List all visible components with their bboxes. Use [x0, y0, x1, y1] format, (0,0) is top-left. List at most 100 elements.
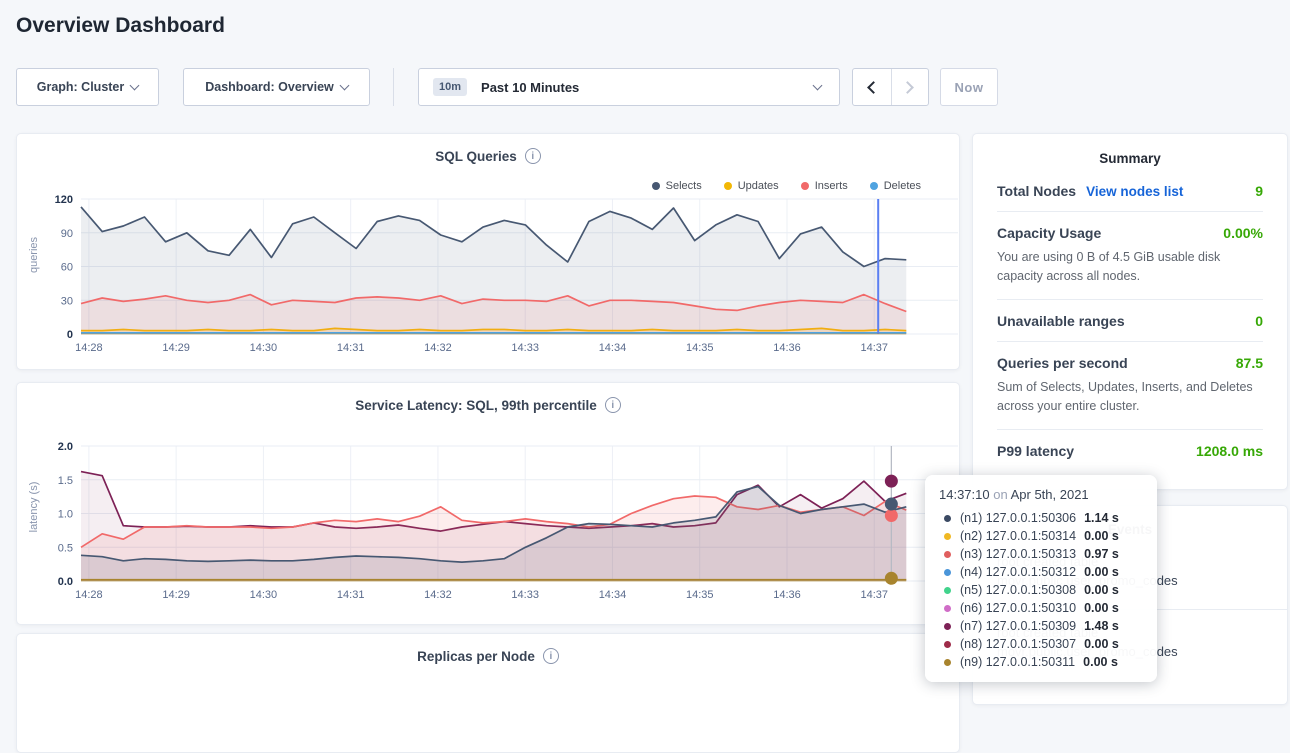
- capacity-usage-label: Capacity Usage: [997, 225, 1101, 241]
- node-color-dot-icon: [944, 605, 951, 612]
- time-range-dropdown[interactable]: 10m Past 10 Minutes: [418, 68, 840, 106]
- time-next-button[interactable]: [891, 69, 929, 105]
- svg-text:14:30: 14:30: [250, 589, 278, 601]
- summary-row-unavailable-ranges: Unavailable ranges 0: [997, 300, 1263, 342]
- time-prev-button[interactable]: [853, 69, 891, 105]
- dashboard-dropdown-label: Dashboard: Overview: [205, 80, 334, 94]
- svg-text:2.0: 2.0: [58, 441, 73, 453]
- service-latency-chart-plot[interactable]: 14:2814:2914:3014:3114:3214:3314:3414:35…: [17, 383, 961, 626]
- total-nodes-value: 9: [1255, 183, 1263, 199]
- svg-text:14:33: 14:33: [511, 589, 539, 601]
- svg-text:14:33: 14:33: [511, 342, 539, 354]
- tooltip-date: Apr 5th, 2021: [1011, 487, 1089, 502]
- svg-text:90: 90: [61, 228, 73, 240]
- summary-row-qps: Queries per second 87.5 Sum of Selects, …: [997, 342, 1263, 430]
- unavailable-ranges-label: Unavailable ranges: [997, 313, 1125, 329]
- svg-text:1.0: 1.0: [58, 509, 73, 521]
- now-button[interactable]: Now: [940, 68, 998, 106]
- svg-text:14:32: 14:32: [424, 589, 452, 601]
- svg-text:14:35: 14:35: [686, 342, 714, 354]
- p99-latency-value: 1208.0 ms: [1196, 443, 1263, 459]
- info-icon[interactable]: i: [543, 648, 559, 664]
- svg-text:30: 30: [61, 295, 73, 307]
- tooltip-node-row: (n9) 127.0.0.1:503110.00 s: [939, 653, 1143, 671]
- tooltip-node-row: (n4) 127.0.0.1:503120.00 s: [939, 563, 1143, 581]
- svg-text:14:31: 14:31: [337, 342, 365, 354]
- svg-text:14:37: 14:37: [860, 342, 888, 354]
- p99-latency-label: P99 latency: [997, 443, 1074, 459]
- svg-text:1.5: 1.5: [58, 475, 73, 487]
- node-address: (n3) 127.0.0.1:50313: [960, 547, 1076, 561]
- node-latency-value: 0.00 s: [1084, 637, 1119, 651]
- replicas-per-node-card: Replicas per Node i: [16, 633, 960, 753]
- node-latency-value: 0.00 s: [1084, 565, 1119, 579]
- toolbar-divider: [393, 68, 394, 106]
- svg-text:0.5: 0.5: [58, 542, 73, 554]
- chevron-down-icon: [130, 80, 140, 90]
- tooltip-node-row: (n8) 127.0.0.1:50307 0.00 s: [939, 635, 1143, 653]
- tooltip-node-row: (n2) 127.0.0.1:503140.00 s: [939, 527, 1143, 545]
- svg-text:0.0: 0.0: [58, 576, 73, 588]
- node-color-dot-icon: [944, 569, 951, 576]
- svg-text:14:31: 14:31: [337, 589, 365, 601]
- svg-text:14:32: 14:32: [424, 342, 452, 354]
- graph-dropdown[interactable]: Graph: Cluster: [16, 68, 159, 106]
- node-address: (n1) 127.0.0.1:50306: [960, 511, 1076, 525]
- summary-body: Total Nodes View nodes list 9 Capacity U…: [973, 170, 1287, 471]
- time-range-badge: 10m: [433, 78, 467, 96]
- node-color-dot-icon: [944, 623, 951, 630]
- summary-card: Summary Total Nodes View nodes list 9 Ca…: [972, 133, 1288, 490]
- svg-text:14:34: 14:34: [599, 342, 627, 354]
- tooltip-node-row: (n1) 127.0.0.1:503061.14 s: [939, 509, 1143, 527]
- node-address: (n2) 127.0.0.1:50314: [960, 529, 1076, 543]
- tooltip-node-row: (n7) 127.0.0.1:50309 1.48 s: [939, 617, 1143, 635]
- svg-text:14:28: 14:28: [75, 589, 103, 601]
- svg-text:14:28: 14:28: [75, 342, 103, 354]
- node-address: (n8) 127.0.0.1:50307: [960, 637, 1076, 651]
- node-address: (n9) 127.0.0.1:50311: [960, 655, 1075, 669]
- sql-queries-chart-plot[interactable]: 14:28 14:29 14:30 14:31 14:32 14:33 14:34 14:35…: [17, 134, 961, 371]
- node-latency-value: 0.00 s: [1084, 601, 1119, 615]
- svg-text:14:34: 14:34: [599, 589, 627, 601]
- tooltip-on: on: [993, 487, 1007, 502]
- svg-text:14:29: 14:29: [162, 589, 190, 601]
- node-latency-value: 0.00 s: [1084, 583, 1119, 597]
- svg-text:14:36: 14:36: [773, 589, 801, 601]
- replicas-title: Replicas per Node: [417, 649, 535, 664]
- summary-row-p99: P99 latency 1208.0 ms: [997, 430, 1263, 471]
- sql-queries-card: SQL Queries i SelectsUpdatesInsertsDelet…: [16, 133, 960, 370]
- node-color-dot-icon: [944, 659, 951, 666]
- tooltip-rows: (n1) 127.0.0.1:503061.14 s(n2) 127.0.0.1…: [939, 509, 1143, 671]
- chevron-right-icon: [901, 81, 914, 94]
- node-address: (n5) 127.0.0.1:50308: [960, 583, 1076, 597]
- node-address: (n7) 127.0.0.1:50309: [960, 619, 1076, 633]
- svg-text:0: 0: [67, 329, 73, 341]
- view-nodes-list-link[interactable]: View nodes list: [1086, 184, 1183, 199]
- capacity-usage-value: 0.00%: [1223, 225, 1263, 241]
- summary-title: Summary: [973, 134, 1287, 170]
- graph-dropdown-label: Graph: Cluster: [37, 80, 125, 94]
- node-latency-value: 0.97 s: [1084, 547, 1119, 561]
- svg-text:14:29: 14:29: [162, 342, 190, 354]
- tooltip-header: 14:37:10 on Apr 5th, 2021: [939, 487, 1143, 502]
- node-latency-value: 1.48 s: [1084, 619, 1119, 633]
- qps-value: 87.5: [1236, 355, 1263, 371]
- service-latency-card: Service Latency: SQL, 99th percentile i …: [16, 382, 960, 625]
- tooltip-node-row: (n5) 127.0.0.1:50308 0.00 s: [939, 581, 1143, 599]
- svg-text:14:30: 14:30: [250, 342, 278, 354]
- chart-hover-tooltip: 14:37:10 on Apr 5th, 2021 (n1) 127.0.0.1…: [925, 475, 1157, 682]
- total-nodes-label: Total Nodes: [997, 183, 1076, 199]
- node-color-dot-icon: [944, 641, 951, 648]
- summary-row-capacity: Capacity Usage 0.00% You are using 0 B o…: [997, 212, 1263, 300]
- node-color-dot-icon: [944, 587, 951, 594]
- summary-row-total-nodes: Total Nodes View nodes list 9: [997, 170, 1263, 212]
- svg-text:14:37: 14:37: [860, 589, 888, 601]
- svg-text:60: 60: [61, 262, 73, 274]
- node-address: (n6) 127.0.0.1:50310: [960, 601, 1076, 615]
- svg-text:14:36: 14:36: [773, 342, 801, 354]
- dashboard-dropdown[interactable]: Dashboard: Overview: [183, 68, 370, 106]
- qps-desc: Sum of Selects, Updates, Inserts, and De…: [997, 378, 1263, 417]
- node-color-dot-icon: [944, 515, 951, 522]
- unavailable-ranges-value: 0: [1255, 313, 1263, 329]
- qps-label: Queries per second: [997, 355, 1128, 371]
